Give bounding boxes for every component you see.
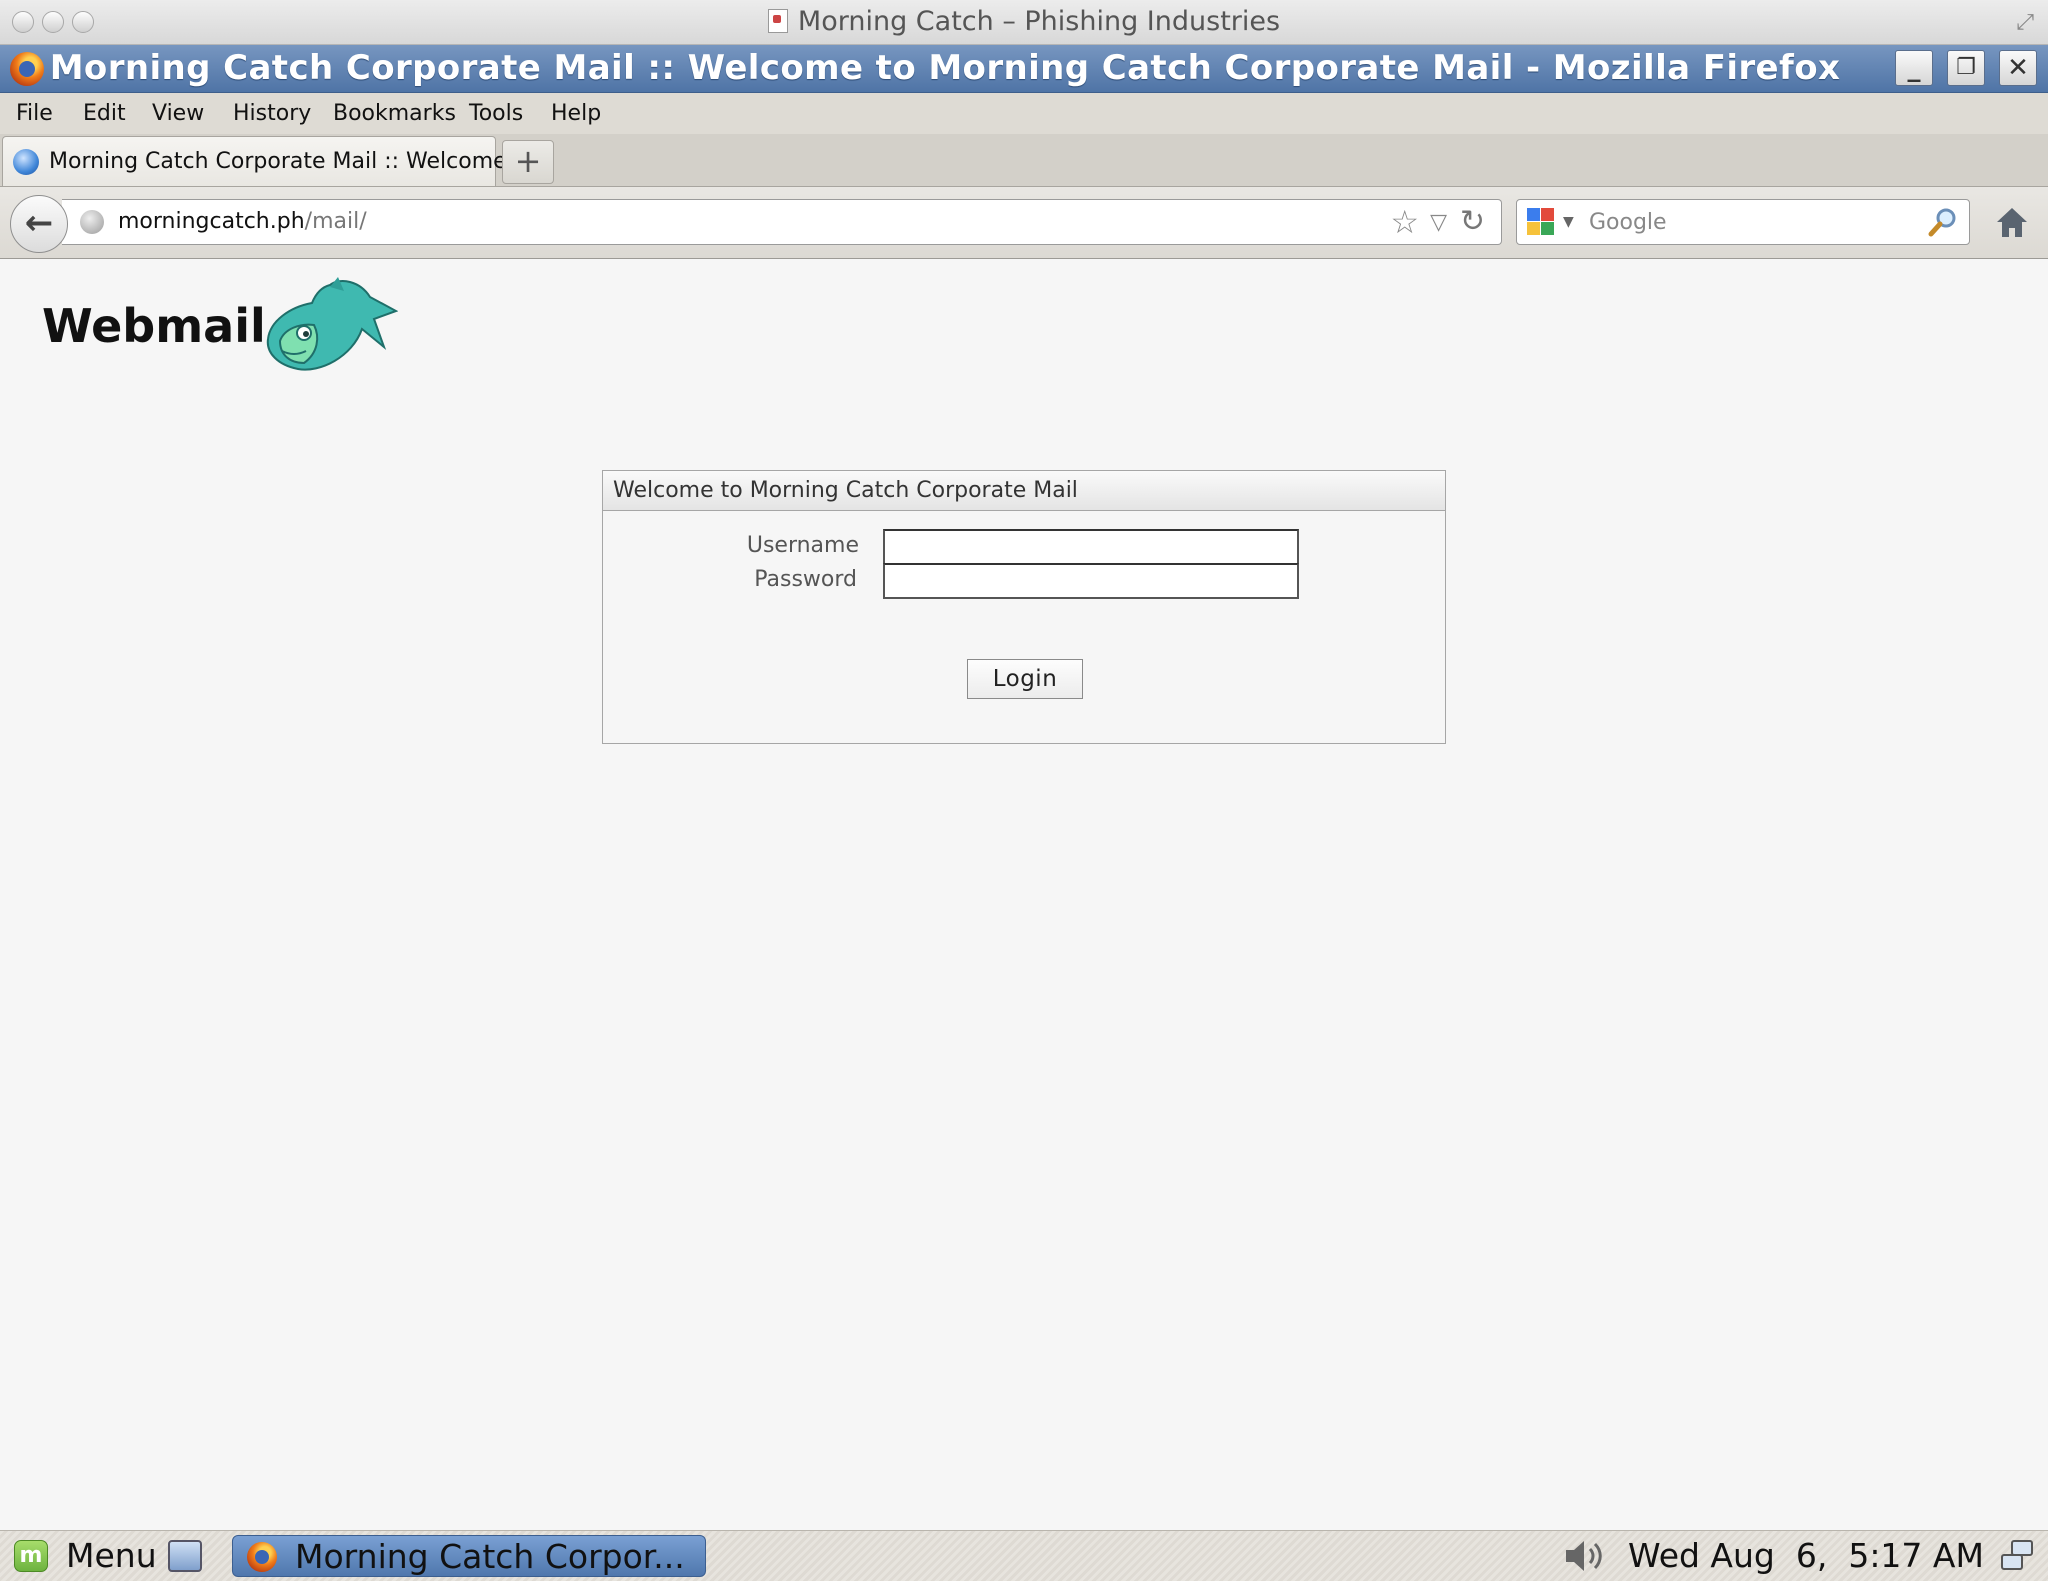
username-input[interactable] xyxy=(883,529,1299,565)
google-engine-icon[interactable] xyxy=(1527,208,1555,236)
document-proxy-icon xyxy=(767,9,788,33)
site-identity-icon[interactable] xyxy=(80,210,104,234)
clock[interactable]: Wed Aug 6, 5:17 AM xyxy=(1628,1531,1984,1581)
username-label: Username xyxy=(746,533,859,558)
volume-icon[interactable] xyxy=(1562,1537,1608,1575)
reload-icon[interactable]: ↻ xyxy=(1460,202,1485,242)
network-icon[interactable] xyxy=(2000,1539,2036,1573)
firefox-taskbar-icon xyxy=(247,1542,277,1572)
close-window-button[interactable]: ✕ xyxy=(1999,50,2037,86)
menubar: File Edit View History Bookmarks Tools H… xyxy=(0,93,2048,134)
menu-help[interactable]: Help xyxy=(551,93,601,134)
fullscreen-icon[interactable]: ⤢ xyxy=(2016,10,2034,35)
firefox-window-title: Morning Catch Corporate Mail :: Welcome … xyxy=(49,48,1841,88)
password-label: Password xyxy=(754,567,857,592)
fish-logo-icon xyxy=(266,277,398,371)
page-content: Webmail Welcome to Morning Catch Corpora… xyxy=(0,259,2048,1530)
firefox-titlebar: Morning Catch Corporate Mail :: Welcome … xyxy=(0,45,2048,93)
history-dropdown-icon[interactable]: ▽ xyxy=(1430,204,1447,242)
menu-tools[interactable]: Tools xyxy=(469,93,523,134)
taskbar: m Menu Morning Catch Corpor... Wed Aug 6… xyxy=(0,1530,2048,1581)
search-bar: ▼ xyxy=(1516,199,1970,245)
menu-edit[interactable]: Edit xyxy=(83,93,126,134)
taskbar-window-label: Morning Catch Corpor... xyxy=(295,1537,685,1576)
login-panel: Welcome to Morning Catch Corporate Mail … xyxy=(602,470,1446,744)
engine-dropdown-icon[interactable]: ▼ xyxy=(1563,200,1574,244)
mac-window-titlebar: Morning Catch – Phishing Industries ⤢ xyxy=(0,0,2048,45)
show-desktop-icon[interactable] xyxy=(168,1540,202,1572)
menu-file[interactable]: File xyxy=(16,93,53,134)
menu-bookmarks[interactable]: Bookmarks xyxy=(333,93,456,134)
start-menu-button[interactable]: Menu xyxy=(66,1531,157,1581)
login-button[interactable]: Login xyxy=(967,659,1083,699)
new-tab-button[interactable]: + xyxy=(502,140,554,184)
webmail-brand-title: Webmail xyxy=(42,299,266,353)
tab-webmail[interactable]: Morning Catch Corporate Mail :: Welcome … xyxy=(2,136,543,186)
mint-menu-icon[interactable]: m xyxy=(14,1540,48,1572)
url-bar[interactable]: morningcatch.ph/mail/ ☆ ▽ ↻ xyxy=(62,199,1502,245)
minimize-window-button[interactable]: _ xyxy=(1895,50,1933,86)
mac-window-title: Morning Catch – Phishing Industries xyxy=(0,0,2048,44)
back-arrow-icon: ← xyxy=(24,203,54,243)
menu-history[interactable]: History xyxy=(233,93,311,134)
url-text[interactable]: morningcatch.ph/mail/ xyxy=(118,200,367,244)
search-magnifier-icon[interactable] xyxy=(1927,206,1959,238)
home-icon[interactable] xyxy=(1994,205,2030,241)
password-input[interactable] xyxy=(883,563,1299,599)
bookmark-star-icon[interactable]: ☆ xyxy=(1390,204,1419,240)
webmail-globe-icon xyxy=(13,149,39,175)
menu-view[interactable]: View xyxy=(152,93,204,134)
search-input[interactable] xyxy=(1589,200,1919,244)
navigation-toolbar: morningcatch.ph/mail/ ☆ ▽ ↻ ← ▼ xyxy=(0,187,2048,259)
login-panel-header: Welcome to Morning Catch Corporate Mail xyxy=(603,471,1445,511)
restore-window-button[interactable]: ❐ xyxy=(1947,50,1985,86)
tab-label: Morning Catch Corporate Mail :: Welcome … xyxy=(49,149,544,174)
tab-strip: Morning Catch Corporate Mail :: Welcome … xyxy=(0,134,2048,187)
back-button[interactable]: ← xyxy=(10,195,68,253)
taskbar-firefox-button[interactable]: Morning Catch Corpor... xyxy=(232,1535,706,1577)
